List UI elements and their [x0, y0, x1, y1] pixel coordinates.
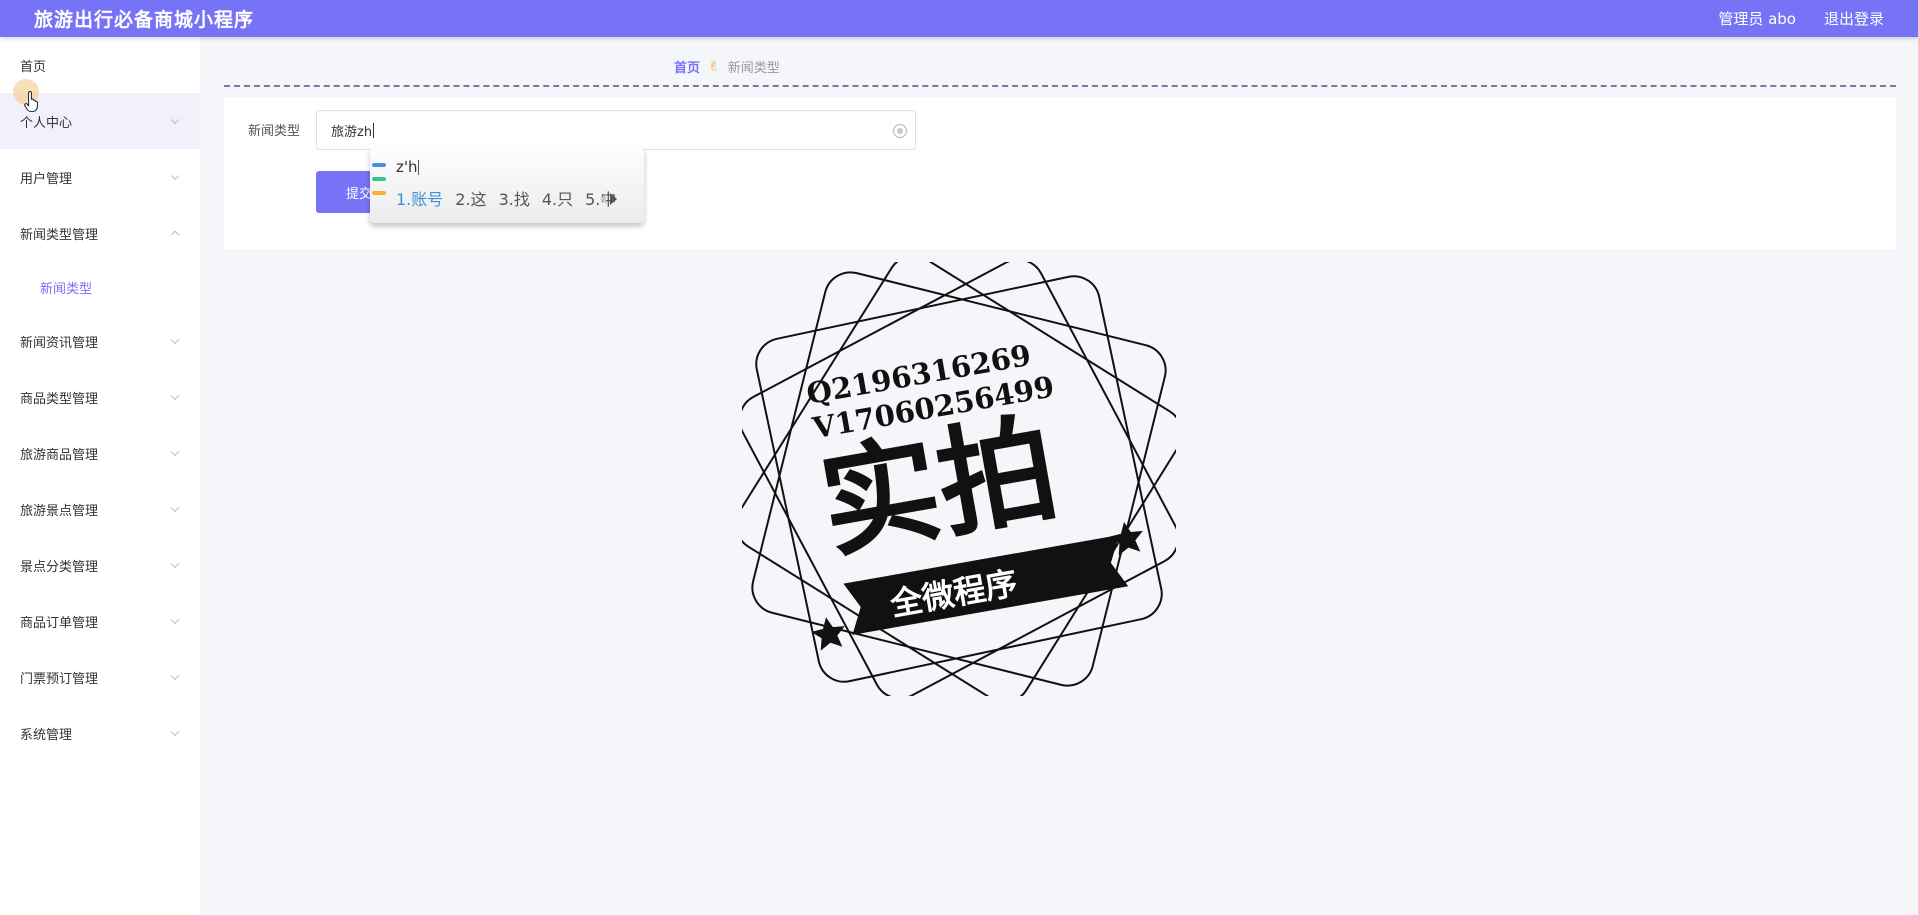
chevron-down-icon: [170, 335, 180, 345]
sidebar-item-ticket-booking-management[interactable]: 门票预订管理: [0, 649, 200, 705]
sidebar-item-label: 新闻资讯管理: [20, 335, 99, 351]
ime-composition-text: z'h: [396, 158, 418, 176]
ime-candidate[interactable]: 4.只: [542, 186, 573, 210]
breadcrumb-current: 新闻类型: [727, 61, 780, 76]
ime-candidate[interactable]: 3.找: [499, 186, 530, 210]
ime-candidate-list: 1.账号 2.这 3.找 4.只 5.中: [396, 186, 616, 210]
chevron-down-icon: [170, 559, 180, 569]
text-caret: [373, 122, 375, 138]
ime-next-page-icon[interactable]: [610, 193, 617, 205]
hand-pointer-icon: [24, 90, 38, 112]
sidebar-item-label: 个人中心: [20, 115, 73, 131]
sidebar-item-label: 商品订单管理: [20, 615, 99, 631]
sidebar-item-label: 商品类型管理: [20, 391, 99, 407]
watermark-stamp: Q2196316269 V17060256499 实拍 全微程序: [742, 262, 1176, 696]
sidebar-item-label: 景点分类管理: [20, 559, 99, 575]
ime-caret: [417, 160, 419, 175]
user-label: 管理员 abo: [1718, 10, 1796, 28]
sidebar-item-spot-category-management[interactable]: 景点分类管理: [0, 537, 200, 593]
ime-logo-icon: [372, 163, 386, 205]
news-type-input-value: 旅游zh: [331, 124, 373, 140]
sidebar-subitem-news-type[interactable]: 新闻类型: [0, 261, 200, 313]
chevron-down-icon: [170, 615, 180, 625]
chevron-down-icon: [170, 391, 180, 401]
sidebar-item-user-management[interactable]: 用户管理: [0, 149, 200, 205]
sidebar-item-label: 用户管理: [20, 171, 73, 187]
chevron-down-icon: [170, 171, 180, 181]
chevron-up-icon: [170, 230, 180, 240]
ime-candidate[interactable]: 1.账号: [396, 186, 443, 210]
sidebar-item-travel-product-management[interactable]: 旅游商品管理: [0, 425, 200, 481]
clear-icon[interactable]: [893, 124, 907, 138]
sidebar-item-label: 首页: [20, 59, 47, 75]
breadcrumb-divider: [224, 85, 1896, 87]
sidebar-item-label: 新闻类型管理: [20, 227, 99, 243]
breadcrumb-home[interactable]: 首页: [674, 57, 700, 76]
sidebar-item-scenic-spot-management[interactable]: 旅游景点管理: [0, 481, 200, 537]
logout-button[interactable]: 退出登录: [1824, 8, 1884, 29]
chevron-down-icon: [170, 115, 180, 125]
top-header: 旅游出行必备商城小程序 管理员 abo 退出登录: [0, 0, 1918, 37]
app-title: 旅游出行必备商城小程序: [34, 9, 255, 31]
ime-composition: z'h: [396, 158, 419, 176]
sidebar-item-system-management[interactable]: 系统管理: [0, 705, 200, 761]
sidebar-item-product-type-management[interactable]: 商品类型管理: [0, 369, 200, 425]
sidebar-subitem-label: 新闻类型: [40, 281, 93, 297]
ime-candidate-popup: z'h 1.账号 2.这 3.找 4.只 5.中: [370, 148, 644, 223]
ime-candidate[interactable]: 2.这: [455, 186, 486, 210]
ime-page-nav: [600, 193, 617, 205]
chevron-down-icon: [170, 671, 180, 681]
news-type-label: 新闻类型: [248, 124, 301, 139]
header-right: 管理员 abo 退出登录: [1718, 8, 1884, 29]
sidebar-item-label: 旅游景点管理: [20, 503, 99, 519]
sidebar-item-news-type-management[interactable]: 新闻类型管理: [0, 205, 200, 261]
sidebar-item-label: 系统管理: [20, 727, 73, 743]
sidebar-item-news-info-management[interactable]: 新闻资讯管理: [0, 313, 200, 369]
chevron-down-icon: [170, 447, 180, 457]
chevron-down-icon: [170, 503, 180, 513]
sidebar-item-label: 门票预订管理: [20, 671, 99, 687]
breadcrumb: 首页 ✌ 新闻类型: [674, 57, 780, 77]
sidebar-item-product-order-management[interactable]: 商品订单管理: [0, 593, 200, 649]
sidebar: 首页 个人中心 用户管理 新闻类型管理 新闻类型 新闻资讯管理 商品类型管理 旅…: [0, 37, 200, 915]
news-type-input[interactable]: 旅游zh: [316, 110, 916, 150]
sidebar-item-label: 旅游商品管理: [20, 447, 99, 463]
ime-prev-page-icon[interactable]: [600, 194, 606, 204]
hand-emoji-icon: ✌: [708, 58, 720, 75]
chevron-down-icon: [170, 727, 180, 737]
